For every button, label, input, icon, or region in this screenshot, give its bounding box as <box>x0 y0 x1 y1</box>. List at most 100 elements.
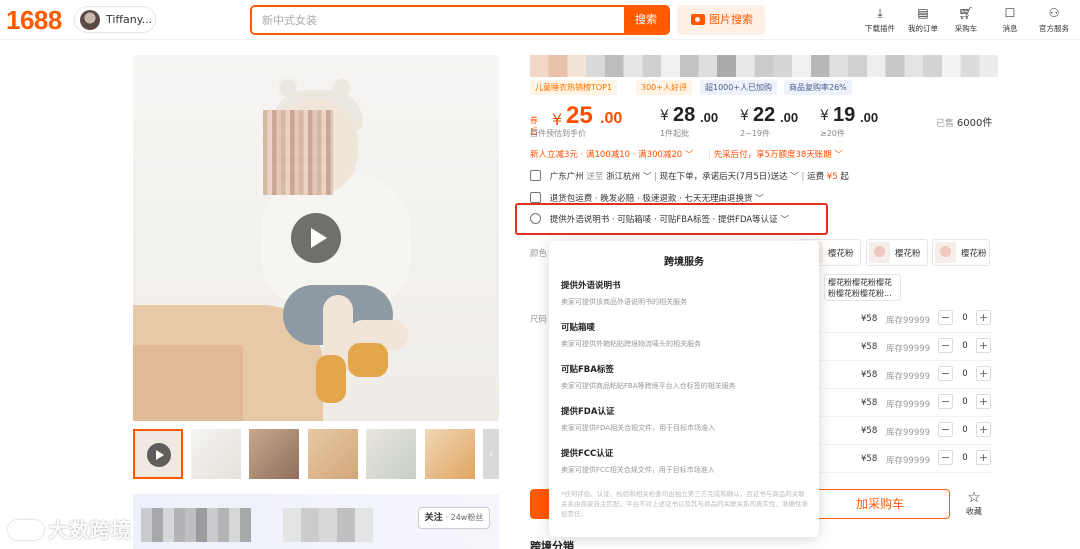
image-search-label: 图片搜索 <box>709 13 753 26</box>
plus-button[interactable]: + <box>976 422 991 437</box>
minus-button[interactable]: − <box>938 310 953 325</box>
sku-row: ¥58 库存99999 − 0 + <box>818 417 992 445</box>
image-search-button[interactable]: 图片搜索 <box>677 5 765 35</box>
sku-row: ¥58 库存99999 − 0 + <box>818 389 992 417</box>
crossborder-services-popup: 跨境服务 提供外语说明书 卖家可提供该商品外语说明书的相关服务 可贴箱唛 卖家可… <box>549 241 819 537</box>
destination-select[interactable]: 浙江杭州 ﹀ <box>606 172 651 182</box>
quantity-input[interactable]: 0 <box>958 425 972 435</box>
follow-button[interactable]: 关注 · 24w粉丝 <box>418 507 490 529</box>
shipping-line: 广东广州 送至 浙江杭州 ﹀ | 现在下单，承诺后天(7月5日)送达 ﹀ | 运… <box>530 170 849 182</box>
watermark-logo-icon <box>8 520 44 540</box>
thumbnail[interactable] <box>366 429 416 479</box>
sold-count: 已售 6000件 <box>936 118 993 129</box>
nav-cart[interactable]: 🛒︎ 采购车 <box>943 6 989 36</box>
site-logo[interactable]: 1688 <box>6 5 62 36</box>
quantity-input[interactable]: 0 <box>958 313 972 323</box>
service-desc: 卖家可提供该商品外语说明书的相关服务 <box>561 298 687 306</box>
tag-hot-rank[interactable]: 儿童睡衣热销榜TOP1 <box>530 80 618 95</box>
blurred-face <box>263 110 333 195</box>
sku-row: ¥58 库存99999 − 0 + <box>818 333 992 361</box>
service-desc: 卖家可提供FDA相关合规文件，用于目标市场准入 <box>561 424 716 432</box>
blurred-store-name <box>141 508 251 542</box>
thumbnail[interactable] <box>191 429 241 479</box>
quantity-input[interactable]: 0 <box>958 453 972 463</box>
thumbnail[interactable] <box>425 429 475 479</box>
search-bar: 搜索 <box>250 5 670 35</box>
user-icon: ⚇ <box>1048 6 1060 20</box>
store-card: 关注 · 24w粉丝 <box>133 494 499 549</box>
sku-row: ¥58 库存99999 − 0 + <box>818 445 992 473</box>
popup-title: 跨境服务 <box>664 257 704 268</box>
tier-qty: 2~19件 <box>740 129 770 138</box>
tag-reviews: 300+人好评 <box>636 80 692 95</box>
top-header: 1688 Tiffany... 搜索 图片搜索 ⤓ 下载插件 ▤ 我的订单 🛒︎… <box>0 0 1080 40</box>
freight-label: 运费 <box>807 172 825 182</box>
tier-qty: 1件起批 <box>660 129 690 138</box>
blurred-product-title <box>530 55 998 77</box>
price-note: 首件预估到手价 <box>530 129 586 138</box>
shield-icon <box>530 192 541 203</box>
thumbnail[interactable] <box>249 429 299 479</box>
minus-button[interactable]: − <box>938 422 953 437</box>
play-icon <box>147 443 171 467</box>
service-title: 可贴箱唛 <box>561 323 596 333</box>
disclaimer-note: *任何评估、认证、检验和相关检查均由独立第三方完成和确认，且证书与商品的关联关系… <box>561 490 808 518</box>
quantity-input[interactable]: 0 <box>958 341 972 351</box>
delivery-promise[interactable]: 现在下单，承诺后天(7月5日)送达 ﹀ <box>660 172 799 182</box>
avatar[interactable] <box>80 10 100 30</box>
sku-row: ¥58 库存99999 − 0 + <box>818 305 992 333</box>
user-name[interactable]: Tiffany... <box>106 13 152 26</box>
search-input[interactable] <box>252 7 624 33</box>
user-account-chip[interactable]: Tiffany... <box>74 6 156 33</box>
nav-download-plugin[interactable]: ⤓ 下载插件 <box>857 6 903 36</box>
service-desc: 卖家可提供外箱粘贴跨境物流唛头的相关服务 <box>561 340 701 348</box>
service-title: 提供FCC认证 <box>561 449 614 459</box>
plus-button[interactable]: + <box>976 366 991 381</box>
price-panel: 券后 ¥ 25 .00 首件预估到手价 ¥ 28 .00 1件起批 ¥ 22 .… <box>530 102 879 138</box>
quantity-input[interactable]: 0 <box>958 369 972 379</box>
minus-button[interactable]: − <box>938 394 953 409</box>
blurred-store-info <box>283 508 373 542</box>
plus-button[interactable]: + <box>976 338 991 353</box>
plus-button[interactable]: + <box>976 450 991 465</box>
tier-qty: ≥20件 <box>820 129 845 138</box>
quantity-input[interactable]: 0 <box>958 397 972 407</box>
sku-row: ¥58 库存99999 − 0 + <box>818 361 992 389</box>
nav-my-orders[interactable]: ▤ 我的订单 <box>900 6 946 36</box>
service-title: 提供FDA认证 <box>561 407 615 417</box>
chevron-right-icon[interactable]: › <box>483 429 499 479</box>
fans-count: · 24w粉丝 <box>445 513 484 522</box>
service-title: 可贴FBA标签 <box>561 365 614 375</box>
minus-button[interactable]: − <box>938 338 953 353</box>
cart-icon: 🛒︎ <box>958 6 974 20</box>
minus-button[interactable]: − <box>938 366 953 381</box>
color-swatch[interactable]: 樱花粉 <box>932 239 990 266</box>
search-button[interactable]: 搜索 <box>624 7 668 33</box>
thumbnail[interactable] <box>308 429 358 479</box>
service-desc: 卖家可提供商品粘贴FBA等跨境平台入仓标签的相关服务 <box>561 382 736 390</box>
highlight-box <box>515 203 828 235</box>
section-heading: 跨境分销 <box>530 540 574 549</box>
camera-icon <box>691 14 705 25</box>
tag-repurchase: 商品复购率26% <box>784 80 852 95</box>
favorite-button[interactable]: ☆ 收藏 <box>958 488 990 520</box>
main-product-image[interactable] <box>133 55 499 421</box>
nav-official-service[interactable]: ⚇ 官方服务 <box>1031 6 1077 36</box>
video-play-icon[interactable] <box>291 213 341 263</box>
promo-pay-later[interactable]: | 先采后付，享5万额度38天账期 ﹀ <box>708 148 843 160</box>
plus-button[interactable]: + <box>976 310 991 325</box>
download-icon: ⤓ <box>877 6 883 20</box>
freight-value: ¥5 <box>826 172 838 182</box>
tag-added: 超1000+人已加购 <box>700 80 778 95</box>
color-swatch-long[interactable]: 樱花粉樱花粉樱花粉樱花粉樱花粉... <box>824 274 901 301</box>
add-to-cart-button[interactable]: 加采购车 <box>810 489 950 519</box>
color-swatch[interactable]: 樱花粉 <box>866 239 928 266</box>
minus-button[interactable]: − <box>938 450 953 465</box>
star-icon: ☆ <box>967 488 981 506</box>
promo-coupons[interactable]: 新人立减3元 · 满100减10 · 满300减20 ﹀ <box>530 148 693 160</box>
order-icon: ▤ <box>917 6 929 20</box>
service-desc: 卖家可提供FCC相关合规文件，用于目标市场准入 <box>561 466 715 474</box>
plus-button[interactable]: + <box>976 394 991 409</box>
thumbnail-video[interactable] <box>133 429 183 479</box>
nav-messages[interactable]: ☐ 消息 <box>987 6 1033 36</box>
